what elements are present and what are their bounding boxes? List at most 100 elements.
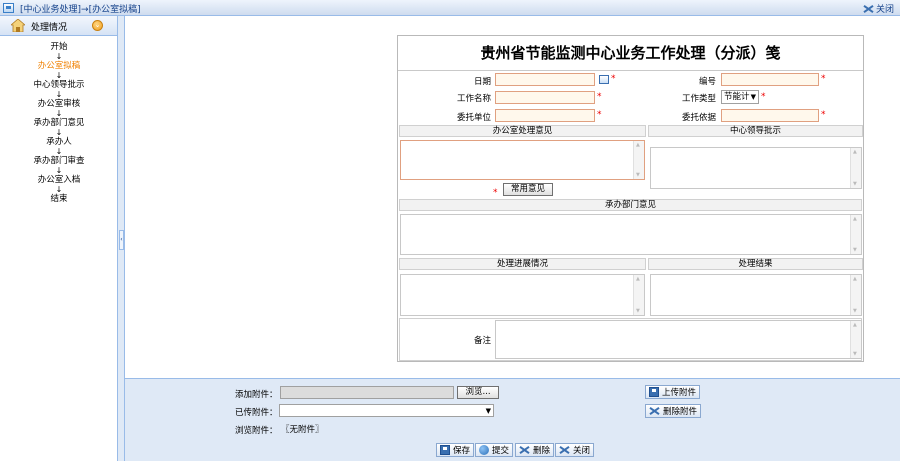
submit-icon — [479, 445, 489, 455]
scrollbar[interactable] — [633, 275, 644, 315]
attachment-panel: 添加附件： 浏览... 上传附件 删除附件 已传附件： ▼ 浏览附件： 〖无附件… — [125, 378, 900, 461]
delete-icon — [649, 406, 660, 416]
progress-header: 处理进展情况 — [399, 258, 646, 270]
work-type-label: 工作类型 — [681, 94, 716, 104]
window-close-button[interactable]: 关闭 — [863, 2, 894, 15]
date-label: 日期 — [473, 77, 491, 87]
entrust-unit-label: 委托单位 — [456, 113, 491, 123]
window-close-label: 关闭 — [875, 5, 894, 15]
entrust-unit-required-mark: * — [597, 110, 602, 120]
workflow-step[interactable]: 办公室审核 — [0, 99, 118, 109]
chevron-down-icon: ▼ — [750, 93, 756, 101]
date-required-mark: * — [611, 74, 616, 84]
remarks-textarea[interactable] — [495, 320, 862, 359]
workflow-step[interactable]: 结束 — [0, 194, 118, 204]
flow-arrow-icon: ↓ — [55, 166, 63, 175]
attachment-file-input[interactable] — [280, 386, 454, 399]
workflow-step[interactable]: 开始 — [0, 42, 118, 52]
uploaded-attachment-select[interactable]: ▼ — [279, 404, 494, 417]
workflow-step[interactable]: 承办部门审查 — [0, 156, 118, 166]
dept-opinion-textarea[interactable] — [400, 214, 862, 255]
scrollbar[interactable] — [850, 275, 861, 315]
scrollbar[interactable] — [850, 148, 861, 188]
app-icon — [3, 3, 14, 13]
entrust-basis-required-mark: * — [821, 110, 826, 120]
close-button[interactable]: 关闭 — [555, 443, 595, 457]
save-button[interactable]: 保存 — [436, 443, 475, 457]
work-type-select[interactable]: 节能计 ▼ — [721, 90, 759, 104]
breadcrumb: [中心业务处理]→[办公室拟稿] — [20, 5, 141, 15]
flow-arrow-icon: ↓ — [55, 128, 63, 137]
sidebar-title: 处理情况 — [31, 23, 68, 33]
result-textarea[interactable] — [650, 274, 862, 316]
progress-textarea[interactable] — [400, 274, 645, 316]
flow-arrow-icon: ↓ — [55, 71, 63, 80]
flow-arrow-icon: ↓ — [55, 185, 63, 194]
house-icon — [11, 19, 25, 32]
collapse-toggle-icon[interactable]: ⌄ — [92, 20, 103, 31]
work-name-field[interactable] — [495, 91, 595, 104]
workflow-step[interactable]: 承办人 — [0, 137, 118, 147]
browse-button[interactable]: 浏览... — [457, 386, 499, 399]
work-form: 贵州省节能监测中心业务工作处理（分派）笺 日期 * 编号 * 工作名称 * 工作… — [397, 35, 864, 362]
number-field[interactable] — [721, 73, 819, 86]
entrust-basis-label: 委托依据 — [681, 113, 716, 123]
scrollbar[interactable] — [850, 321, 861, 358]
add-attachment-label: 添加附件： — [235, 390, 278, 400]
close-icon — [863, 4, 874, 14]
splitter-grip-icon[interactable]: ‹ — [119, 230, 124, 250]
scrollbar[interactable] — [850, 215, 861, 254]
flow-arrow-icon: ↓ — [55, 52, 63, 61]
view-attachment-label: 浏览附件： — [235, 426, 278, 436]
work-name-required-mark: * — [597, 92, 602, 102]
work-type-value: 节能计 — [724, 92, 750, 102]
submit-label: 提交 — [492, 446, 510, 456]
upload-attachment-label: 上传附件 — [662, 388, 697, 398]
delete-attachment-button[interactable]: 删除附件 — [645, 404, 702, 418]
office-opinion-textarea[interactable] — [400, 140, 645, 180]
close-icon — [559, 445, 570, 455]
common-opinion-button[interactable]: 常用意见 — [503, 183, 553, 196]
view-attachment-value: 〖无附件〗 — [281, 425, 324, 435]
submit-button[interactable]: 提交 — [475, 443, 514, 457]
sidebar-header: 处理情况 ⌄ — [0, 16, 117, 36]
workflow-step[interactable]: 办公室入档 — [0, 175, 118, 185]
delete-attachment-label: 删除附件 — [663, 407, 698, 417]
delete-label: 删除 — [533, 446, 551, 456]
dept-opinion-header: 承办部门意见 — [399, 199, 862, 211]
delete-button[interactable]: 删除 — [515, 443, 555, 457]
number-label: 编号 — [698, 77, 716, 87]
sidebar-splitter[interactable]: ‹ — [118, 16, 125, 461]
result-header: 处理结果 — [648, 258, 863, 270]
flow-arrow-icon: ↓ — [55, 90, 63, 99]
work-type-required-mark: * — [761, 92, 766, 102]
workflow-step[interactable]: 中心领导批示 — [0, 80, 118, 90]
upload-icon — [649, 387, 659, 397]
workflow-steps: 开始 ↓ 办公室拟稿 ↓ 中心领导批示 ↓ 办公室审核 ↓ 承办部门意见 ↓ 承办人 ↓ 承办部门审查 ↓… — [0, 42, 118, 204]
scrollbar[interactable] — [633, 141, 644, 179]
sidebar: 处理情况 ⌄ 开始 ↓ 办公室拟稿 ↓ 中心领导批示 ↓ 办公室审核 ↓ 承办部门意见 ↓ 承办人 ↓… — [0, 16, 118, 461]
uploaded-attachment-label: 已传附件： — [235, 408, 278, 418]
flow-arrow-icon: ↓ — [55, 147, 63, 156]
workflow-step[interactable]: 办公室拟稿 — [0, 61, 118, 71]
entrust-basis-field[interactable] — [721, 109, 819, 122]
number-required-mark: * — [821, 74, 826, 84]
leader-instruction-header: 中心领导批示 — [648, 125, 863, 137]
flow-arrow-icon: ↓ — [55, 109, 63, 118]
remarks-label: 备注 — [473, 336, 491, 346]
entrust-unit-field[interactable] — [495, 109, 595, 122]
office-opinion-header: 办公室处理意见 — [399, 125, 646, 137]
save-icon — [440, 445, 450, 455]
chevron-down-icon: ▼ — [485, 407, 491, 415]
upload-attachment-button[interactable]: 上传附件 — [645, 385, 701, 399]
delete-icon — [519, 445, 530, 455]
work-name-label: 工作名称 — [456, 94, 491, 104]
calendar-icon[interactable] — [599, 75, 609, 84]
save-label: 保存 — [453, 446, 471, 456]
close-label: 关闭 — [573, 446, 591, 456]
date-field[interactable] — [495, 73, 595, 86]
leader-instruction-textarea[interactable] — [650, 147, 862, 189]
form-title: 贵州省节能监测中心业务工作处理（分派）笺 — [398, 36, 863, 71]
office-opinion-required-mark: * — [493, 188, 498, 198]
workflow-step[interactable]: 承办部门意见 — [0, 118, 118, 128]
